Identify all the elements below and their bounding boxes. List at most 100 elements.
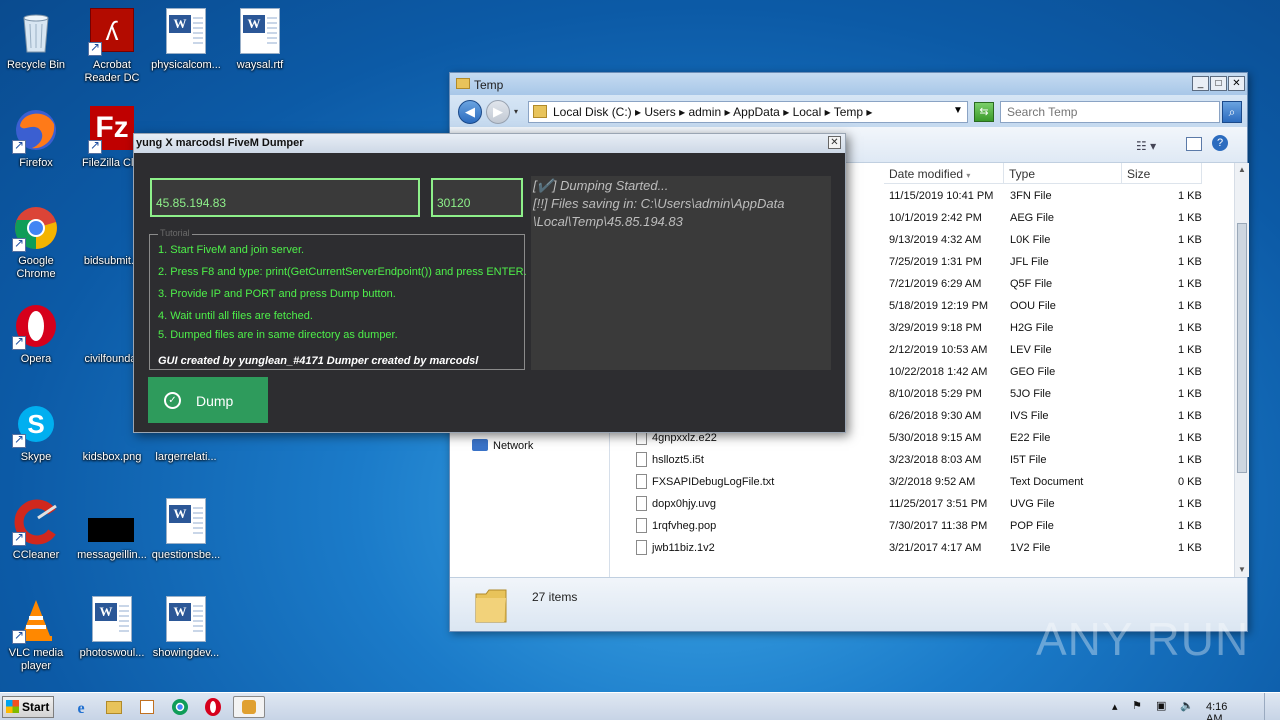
file-icon [636,540,647,555]
taskbar-opera-icon[interactable] [200,696,226,718]
view-options-icon[interactable]: ☷ ▾ [1136,139,1156,153]
column-header-type[interactable]: Type [1004,163,1122,184]
skype-icon: S [12,400,60,448]
log-output[interactable]: [✔️] Dumping Started... [!!] Files savin… [531,176,831,370]
desktop-icon-opera[interactable]: Opera [0,298,74,384]
desktop-icon-questionsbe[interactable]: W questionsbe... [148,494,224,580]
desktop-icon-recycle-bin[interactable]: Recycle Bin [0,4,74,90]
explorer-title: Temp [474,78,504,92]
desktop-icon-ccleaner[interactable]: CCleaner [0,494,74,580]
preview-pane-icon[interactable] [1186,137,1202,151]
file-size: 1 KB [1178,300,1202,312]
file-row[interactable]: jwb11biz.1v2 3/21/2017 4:17 AM 1V2 File 1 K… [614,537,1234,559]
scroll-down-icon[interactable]: ▼ [1238,565,1246,574]
network-tray-icon[interactable]: ▣ [1156,699,1166,712]
breadcrumb-local-disk[interactable]: Local Disk (C:) [553,105,632,119]
port-input[interactable] [431,178,523,217]
search-icon[interactable]: ⌕ [1222,101,1242,123]
taskbar-explorer-icon[interactable] [101,696,127,718]
taskbar-media-player-icon[interactable] [134,696,160,718]
folder-icon [533,105,547,118]
credits-text: GUI created by yunglean_#4171 Dumper cre… [158,355,479,367]
breadcrumb-local[interactable]: Local [793,105,822,119]
file-row[interactable]: 1rqfvheg.pop 7/30/2017 11:38 PM POP File 1 … [614,515,1234,537]
file-date: 8/10/2018 5:29 PM [889,388,982,400]
taskbar-ie-icon[interactable]: e [68,696,94,718]
desktop-icon-waysal[interactable]: W waysal.rtf [222,4,298,90]
file-row[interactable]: dopx0hjy.uvg 11/25/2017 3:51 PM UVG File 1 … [614,493,1234,515]
dumper-titlebar[interactable]: yung X marcodsl FiveM Dumper ✕ [134,134,845,153]
fivem-dumper-window[interactable]: yung X marcodsl FiveM Dumper ✕ Tutorial … [133,133,846,433]
desktop-icon-firefox[interactable]: Firefox [0,102,74,188]
opera-icon [12,302,60,350]
word-document-icon: W [162,498,210,546]
explorer-titlebar[interactable]: Temp _ □ ✕ [450,73,1247,95]
help-icon[interactable]: ? [1212,135,1228,151]
file-date: 9/13/2019 4:32 AM [889,234,982,246]
file-date: 10/1/2019 2:42 PM [889,212,982,224]
start-button[interactable]: Start [2,696,54,718]
file-row[interactable]: hsllozt5.i5t 3/23/2018 8:03 AM I5T File 1 K… [614,449,1234,471]
file-size: 1 KB [1178,322,1202,334]
desktop-icon-physicalcom[interactable]: W physicalcom... [148,4,224,90]
file-date: 2/12/2019 10:53 AM [889,344,988,356]
breadcrumb[interactable]: Local Disk (C:) ▸ Users ▸ admin ▸ AppDat… [553,105,872,119]
minimize-button[interactable]: _ [1192,76,1209,91]
tutorial-step: 4. Wait until all files are fetched. [158,310,313,322]
forward-button[interactable]: ▶ [486,100,510,124]
desktop-icon-showingdev[interactable]: W showingdev... [148,592,224,678]
file-size: 1 KB [1178,520,1202,532]
action-center-icon[interactable]: ⚑ [1132,699,1142,712]
file-name: 4gnpxxlz.e22 [652,432,717,444]
file-size: 1 KB [1178,366,1202,378]
desktop-icon-chrome[interactable]: Google Chrome [0,200,74,286]
column-header-date[interactable]: Date modified ▾ [884,163,1004,184]
desktop-icon-skype[interactable]: S Skype [0,396,74,482]
show-desktop-button[interactable] [1264,693,1278,720]
taskbar-dumper-icon[interactable] [233,696,265,718]
breadcrumb-appdata[interactable]: AppData [733,105,780,119]
desktop-icon-photoswoul[interactable]: W photoswoul... [74,592,150,678]
desktop-icon-vlc[interactable]: VLC media player [0,592,74,678]
file-name: 1rqfvheg.pop [652,520,717,532]
clock[interactable]: 4:16 AM [1206,701,1227,720]
file-date: 3/29/2019 9:18 PM [889,322,982,334]
close-button[interactable]: ✕ [1228,76,1245,91]
file-size: 1 KB [1178,344,1202,356]
file-icon [636,474,647,489]
dumper-title: yung X marcodsl FiveM Dumper [136,137,304,149]
nav-item-network[interactable]: Network [493,440,533,452]
search-input[interactable] [1007,103,1197,121]
taskbar-chrome-icon[interactable] [167,696,193,718]
maximize-button[interactable]: □ [1210,76,1227,91]
file-icon [636,452,647,467]
recent-pages-chevron-icon[interactable]: ▾ [514,107,518,116]
close-button[interactable]: ✕ [828,136,841,149]
word-document-icon: W [162,596,210,644]
scroll-up-icon[interactable]: ▲ [1238,165,1246,174]
back-button[interactable]: ◀ [458,100,482,124]
desktop-icon-messageillin[interactable]: messageillin... [74,494,150,580]
volume-icon[interactable]: 🔈 [1180,699,1194,712]
address-box[interactable]: Local Disk (C:) ▸ Users ▸ admin ▸ AppDat… [528,101,968,123]
file-date: 6/26/2018 9:30 AM [889,410,982,422]
address-dropdown-icon[interactable]: ▼ [953,105,963,116]
refresh-button[interactable]: ⇆ [974,102,994,122]
breadcrumb-users[interactable]: Users [644,105,675,119]
file-type: 5JO File [1010,388,1051,400]
column-header-size[interactable]: Size [1122,163,1202,184]
breadcrumb-temp[interactable]: Temp [834,105,863,119]
scrollbar-thumb[interactable] [1237,223,1247,473]
file-row[interactable]: FXSAPIDebugLogFile.txt 3/2/2018 9:52 AM Te… [614,471,1234,493]
breadcrumb-admin[interactable]: admin [688,105,721,119]
desktop-icon-acrobat[interactable]: ʎ Acrobat Reader DC [74,4,150,90]
file-date: 7/30/2017 11:38 PM [889,520,988,532]
vertical-scrollbar[interactable]: ▲ ▼ [1234,163,1249,577]
ip-input[interactable] [150,178,420,217]
folder-icon [456,78,470,89]
show-hidden-icons-icon[interactable]: ▴ [1112,700,1118,713]
file-type: IVS File [1010,410,1049,422]
search-box[interactable] [1000,101,1220,123]
file-type: AEG File [1010,212,1055,224]
dump-button[interactable]: ✓ Dump [148,377,268,423]
